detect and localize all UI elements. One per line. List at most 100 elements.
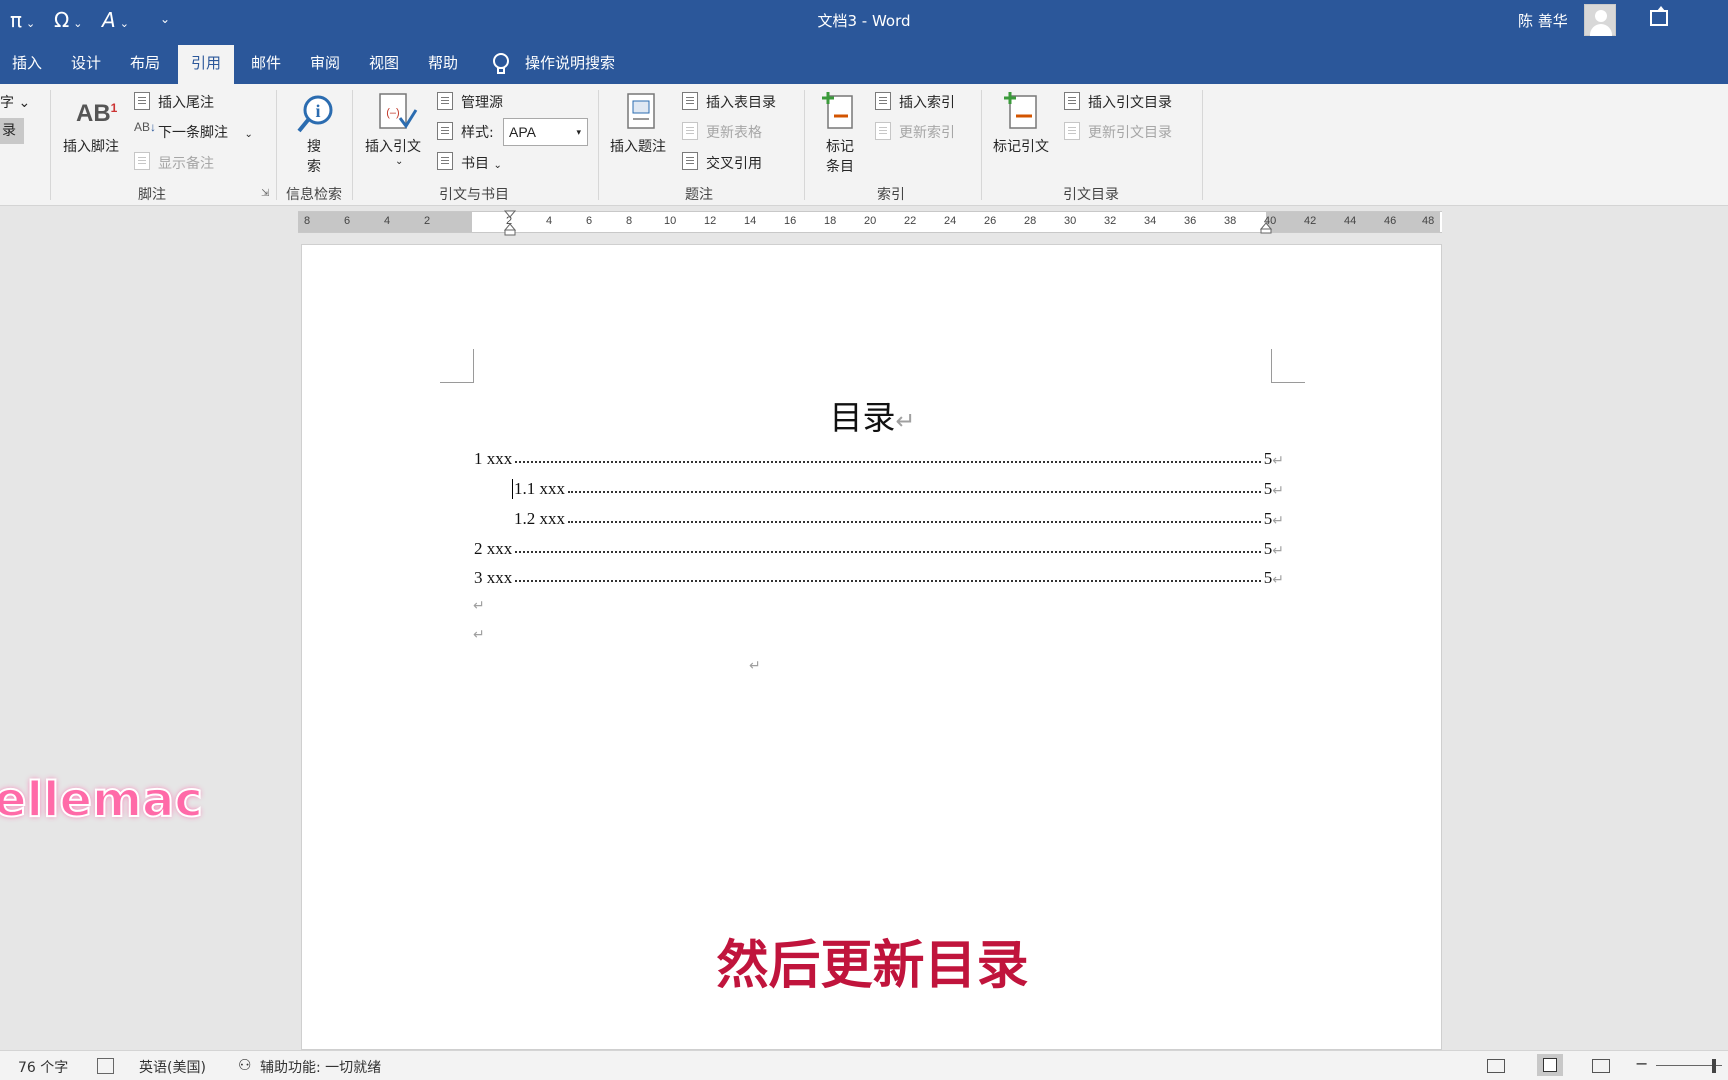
bibliography-button[interactable]: 书目 ⌄ [461, 153, 502, 173]
tab-help[interactable]: 帮助 [423, 42, 463, 84]
toc-partial-label[interactable]: 字 ⌄ [0, 92, 30, 112]
ruler-tick: 48 [1422, 215, 1435, 227]
tab-mailings[interactable]: 邮件 [246, 42, 286, 84]
search-icon: i [297, 95, 333, 133]
toc-entry[interactable]: 3 xxx 5 ↵ [474, 564, 1284, 588]
insert-table-of-figures-button[interactable]: 插入表目录 [706, 92, 776, 112]
ruler-tick: 6 [586, 215, 593, 227]
toc-entry[interactable]: 1.2 xxx 5 ↵ [514, 505, 1284, 529]
group-label-index: 索引 [877, 187, 905, 203]
insert-footnote-button[interactable]: 插入脚注 [63, 136, 119, 156]
language-indicator[interactable]: 英语(美国) [139, 1057, 206, 1077]
next-footnote-button[interactable]: 下一条脚注 ⌄ [158, 122, 253, 142]
toc-title[interactable]: 目录↵ [302, 391, 1443, 439]
update-index-icon [875, 122, 891, 140]
ruler-tick: 26 [984, 215, 997, 227]
ruler-tick: 4 [384, 215, 391, 227]
group-label-citations: 引文与书目 [439, 187, 509, 203]
toc-entry[interactable]: 1.1 xxx 5 ↵ [514, 475, 1284, 499]
group-separator [352, 90, 353, 200]
lightbulb-icon[interactable] [492, 52, 510, 76]
paragraph-mark: ↵ [1272, 483, 1284, 499]
cross-reference-icon [682, 152, 698, 170]
toc-entry[interactable]: 2 xxx 5 ↵ [474, 535, 1284, 559]
paragraph-mark: ↵ [473, 627, 485, 643]
update-table-of-authorities-button[interactable]: 更新引文目录 [1088, 122, 1172, 142]
accessibility-status[interactable]: 辅助功能: 一切就绪 [260, 1057, 381, 1077]
horizontal-ruler[interactable]: 8 6 4 2 2 4 6 8 10 12 14 16 18 20 22 24 … [298, 210, 1442, 236]
proofing-icon[interactable] [97, 1058, 114, 1074]
zoom-out-button[interactable]: − [1635, 1054, 1648, 1073]
video-caption: 然后更新目录 [716, 936, 1029, 996]
next-footnote-icon: AB↓ [134, 120, 157, 134]
status-bar: 76 个字 英语(美国) ⚇ 辅助功能: 一切就绪 − [0, 1050, 1728, 1080]
mark-entry-button-line2[interactable]: 条目 [826, 156, 854, 176]
ribbon-display-options-icon[interactable] [1650, 6, 1668, 26]
ruler-tick: 30 [1064, 215, 1077, 227]
update-table-button[interactable]: 更新表格 [706, 122, 762, 142]
insert-citation-dropdown-icon[interactable]: ⌄ [395, 156, 403, 167]
accessibility-icon[interactable]: ⚇ [238, 1056, 251, 1074]
indent-marker-icon[interactable] [504, 210, 516, 236]
crop-mark [1271, 349, 1305, 383]
paragraph-mark: ↵ [1272, 543, 1284, 559]
style-select[interactable]: APA ▾ [503, 118, 588, 146]
print-layout-button[interactable] [1537, 1054, 1563, 1076]
insert-endnote-button[interactable]: 插入尾注 [158, 92, 214, 112]
mark-citation-button[interactable]: 标记引文 [993, 136, 1049, 156]
update-table-of-authorities-icon [1064, 122, 1080, 140]
group-separator [50, 90, 51, 200]
search-button-line1[interactable]: 搜 [307, 136, 321, 156]
ribbon-tabs: 插入 设计 布局 引用 邮件 审阅 视图 帮助 操作说明搜索 [0, 42, 1728, 84]
document-page[interactable]: 目录↵ 1 xxx 5 ↵ 1.1 xxx 5 ↵ 1.2 xxx 5 ↵ 2 xxx 5 ↵ … [301, 244, 1442, 1050]
mark-entry-icon [822, 92, 853, 129]
avatar[interactable] [1584, 4, 1616, 36]
insert-citation-button[interactable]: 插入引文 [365, 136, 421, 156]
tab-review[interactable]: 审阅 [305, 42, 345, 84]
right-indent-marker-icon[interactable] [1260, 222, 1272, 234]
toc-entry-label: 2 xxx [474, 539, 513, 558]
group-label-footnotes: 脚注 [138, 187, 166, 203]
update-index-button[interactable]: 更新索引 [899, 122, 955, 142]
ruler-tick: 34 [1144, 215, 1157, 227]
mark-citation-icon [1004, 92, 1037, 129]
ruler-tick: 12 [704, 215, 717, 227]
paragraph-mark: ↵ [1272, 572, 1284, 588]
tell-me-search[interactable]: 操作说明搜索 [525, 42, 625, 84]
show-notes-button[interactable]: 显示备注 [158, 153, 214, 173]
group-label-captions: 题注 [685, 187, 713, 203]
ruler-tick: 38 [1224, 215, 1237, 227]
paragraph-mark: ↵ [1272, 453, 1284, 469]
ruler-tick: 6 [344, 215, 351, 227]
word-count[interactable]: 76 个字 [18, 1057, 68, 1077]
ribbon: 字 ⌄ 录 AB1 插入脚注 插入尾注 AB↓ 下一条脚注 ⌄ 显示备注 脚注 … [0, 84, 1728, 206]
manage-sources-button[interactable]: 管理源 [461, 92, 503, 112]
mark-entry-button-line1[interactable]: 标记 [826, 136, 854, 156]
toc-entry-label: 1.2 xxx [514, 509, 565, 528]
toc-entry-label: 3 xxx [474, 568, 513, 587]
zoom-slider-handle[interactable] [1712, 1059, 1716, 1073]
dialog-launcher-icon[interactable]: ⇲ [261, 188, 269, 199]
read-mode-icon[interactable] [1487, 1059, 1505, 1073]
cross-reference-button[interactable]: 交叉引用 [706, 153, 762, 173]
tab-design[interactable]: 设计 [66, 42, 106, 84]
tab-references[interactable]: 引用 [178, 45, 234, 84]
toc-leader [515, 461, 1261, 463]
search-button-line2[interactable]: 索 [307, 156, 321, 176]
tab-layout[interactable]: 布局 [125, 42, 165, 84]
insert-index-button[interactable]: 插入索引 [899, 92, 955, 112]
toc-leader [515, 580, 1261, 582]
insert-table-of-authorities-button[interactable]: 插入引文目录 [1088, 92, 1172, 112]
toc-leader [515, 551, 1261, 553]
tab-view[interactable]: 视图 [364, 42, 404, 84]
insert-caption-button[interactable]: 插入题注 [610, 136, 666, 156]
group-label-authorities: 引文目录 [1063, 187, 1119, 203]
user-name[interactable]: 陈 善华 [1518, 10, 1568, 31]
tab-insert[interactable]: 插入 [8, 42, 46, 84]
toc-entry-label: 1.1 xxx [514, 479, 565, 498]
web-layout-icon[interactable] [1592, 1059, 1610, 1073]
ruler-tick: 46 [1384, 215, 1397, 227]
ruler-tick: 18 [824, 215, 837, 227]
update-table-partial[interactable]: 录 [0, 118, 24, 144]
toc-entry[interactable]: 1 xxx 5 ↵ [474, 445, 1284, 469]
